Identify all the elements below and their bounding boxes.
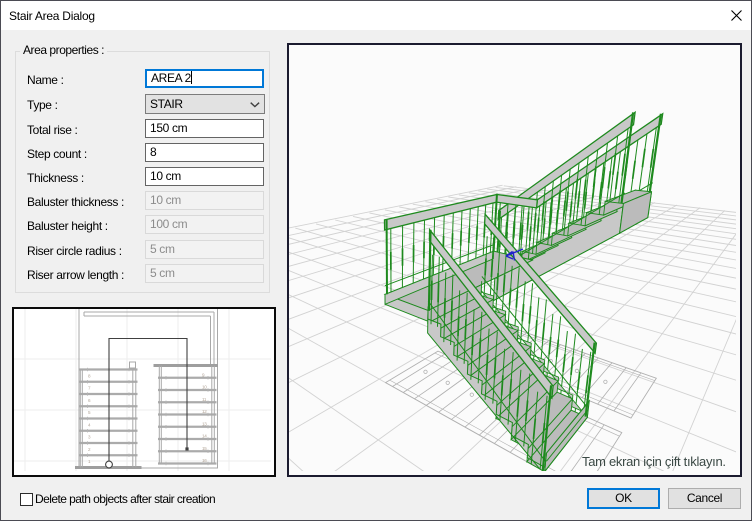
svg-text:8: 8 [88,373,91,378]
svg-text:14: 14 [202,434,207,439]
svg-text:15: 15 [202,446,207,451]
svg-text:11: 11 [202,397,207,402]
svg-text:3: 3 [88,435,91,440]
svg-text:13: 13 [202,421,207,426]
svg-text:2: 2 [88,447,91,452]
svg-text:10: 10 [202,385,207,390]
svg-text:5: 5 [88,410,91,415]
svg-text:9: 9 [202,372,205,377]
svg-text:7: 7 [88,386,91,391]
svg-text:6: 6 [88,398,91,403]
svg-text:4: 4 [88,422,91,427]
